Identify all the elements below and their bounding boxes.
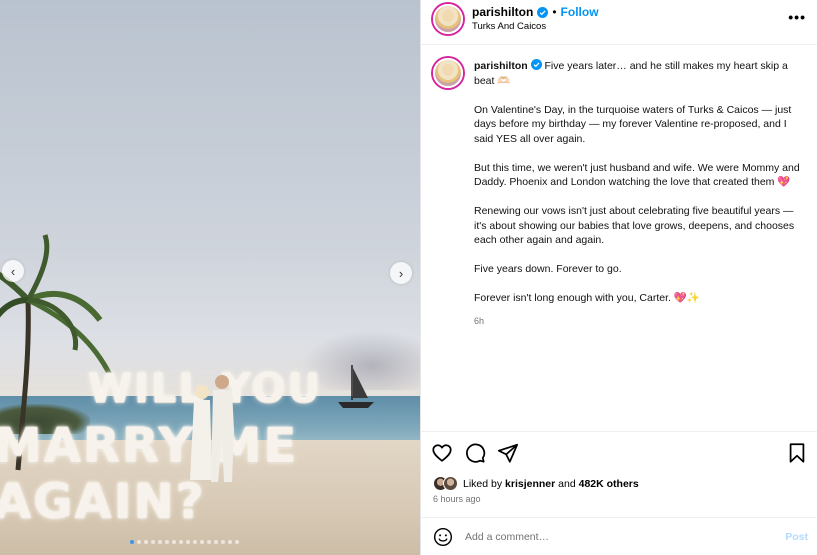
carousel-dot	[200, 540, 204, 544]
emoji-icon[interactable]	[433, 527, 453, 547]
caption-paragraph-4: Renewing our vows isn't just about celeb…	[474, 205, 795, 246]
author-username[interactable]: parishilton	[472, 5, 533, 19]
next-photo-button[interactable]: ›	[390, 262, 412, 284]
caption-area: parishilton Five years later… and he sti…	[421, 46, 817, 430]
couple-figure	[190, 375, 234, 482]
liked-by-prefix: Liked by	[463, 477, 503, 490]
caption-paragraph-3: But this time, we weren't just husband a…	[474, 161, 800, 189]
carousel-dot	[235, 540, 239, 544]
carousel-dot	[144, 540, 148, 544]
verified-badge-icon	[537, 6, 549, 18]
action-bar: Liked by krisjenner and 482K others 6 ho…	[421, 431, 817, 517]
carousel-dot	[193, 540, 197, 544]
carousel-dot	[172, 540, 176, 544]
author-avatar[interactable]	[433, 4, 463, 34]
caption-author-avatar[interactable]	[433, 58, 463, 88]
follow-button[interactable]: Follow	[561, 5, 599, 19]
post-header: parishilton • Follow Turks And Caicos ••…	[421, 0, 817, 45]
post-photo[interactable]: WILL YOU MARRY ME AGAIN? ‹ ›	[0, 0, 420, 555]
comment-input[interactable]	[465, 530, 765, 543]
chevron-left-icon: ‹	[10, 263, 16, 279]
share-icon[interactable]	[497, 442, 519, 464]
carousel-dot	[151, 540, 155, 544]
post-comment-button[interactable]: Post	[785, 531, 808, 543]
post-location[interactable]: Turks And Caicos	[472, 21, 546, 32]
carousel-dots	[130, 540, 239, 544]
liker-avatar	[443, 476, 458, 491]
carousel-dot	[165, 540, 169, 544]
carousel-dot	[137, 540, 141, 544]
comment-box: Post	[421, 517, 817, 555]
heart-icon[interactable]	[431, 442, 453, 464]
bookmark-icon[interactable]	[786, 442, 808, 464]
caption-text: parishilton Five years later… and he sti…	[474, 59, 800, 329]
carousel-dot	[158, 540, 162, 544]
carousel-dot	[179, 540, 183, 544]
caption-paragraph-6: Forever isn't long enough with you, Cart…	[474, 292, 701, 304]
separator-dot: •	[552, 5, 557, 19]
previous-photo-button[interactable]: ‹	[2, 260, 24, 282]
carousel-dot	[214, 540, 218, 544]
likes-summary: Liked by krisjenner and 482K others	[433, 476, 639, 491]
caption-username[interactable]: parishilton	[474, 60, 528, 72]
chevron-right-icon: ›	[398, 265, 404, 281]
likes-count[interactable]: 482K others	[579, 478, 639, 490]
caption-timestamp[interactable]: 6h	[474, 314, 800, 329]
carousel-dot	[130, 540, 134, 544]
caption-paragraph-2: On Valentine's Day, in the turquoise wat…	[474, 103, 792, 145]
sailboat	[338, 365, 374, 408]
posted-time[interactable]: 6 hours ago	[433, 494, 481, 504]
carousel-dot	[228, 540, 232, 544]
carousel-dot	[221, 540, 225, 544]
carousel-dot	[186, 540, 190, 544]
more-options-icon[interactable]: •••	[788, 9, 806, 25]
carousel-dot	[207, 540, 211, 544]
liked-by-user[interactable]: krisjenner	[505, 478, 555, 490]
comment-icon[interactable]	[464, 442, 486, 464]
post-side-panel: parishilton • Follow Turks And Caicos ••…	[420, 0, 817, 555]
author-line: parishilton • Follow	[472, 5, 599, 19]
liked-by-and: and	[558, 477, 576, 490]
verified-badge-icon	[530, 59, 542, 70]
caption-paragraph-5: Five years down. Forever to go.	[474, 263, 622, 275]
